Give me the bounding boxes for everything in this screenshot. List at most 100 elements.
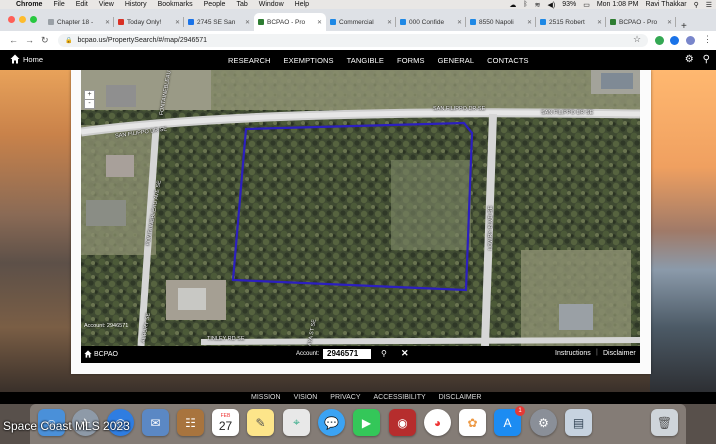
chrome-menu-icon[interactable]: ⋮ [703, 34, 712, 45]
aerial-map[interactable]: + - SAN FILIPPO DR SE SAN FILIPPO DR SE … [81, 70, 640, 346]
close-window-button[interactable] [8, 16, 15, 23]
profile-avatar-icon[interactable] [686, 36, 695, 45]
search-icon[interactable]: ⚲ [703, 54, 710, 65]
disclaimer-link[interactable]: Disclaimer [603, 350, 636, 357]
menu-tab[interactable]: Tab [236, 1, 247, 8]
menu-app-name[interactable]: Chrome [16, 1, 42, 8]
tab-title: Today Only! [127, 18, 162, 26]
mail-stamp-icon[interactable]: ✉ [142, 409, 169, 436]
calendar-icon[interactable]: FEB 27 [212, 409, 239, 436]
nav-research[interactable]: RESEARCH [228, 56, 270, 65]
tab-close-icon[interactable]: ✕ [245, 19, 250, 26]
menu-people[interactable]: People [204, 1, 226, 8]
chrome-icon[interactable]: ◕ [424, 409, 451, 436]
wifi-icon[interactable]: ≋ [535, 1, 541, 9]
app-store-badge: 1 [515, 406, 525, 416]
tab-close-icon[interactable]: ✕ [317, 19, 322, 26]
tab-title: 2515 Robert [549, 18, 585, 26]
tab-close-icon[interactable]: ✕ [175, 19, 180, 26]
menu-bookmarks[interactable]: Bookmarks [158, 1, 193, 8]
tab-close-icon[interactable]: ✕ [667, 19, 672, 26]
tab-6[interactable]: 000 Confide ✕ [396, 13, 466, 31]
tab-close-icon[interactable]: ✕ [105, 19, 110, 26]
site-nav: RESEARCH EXEMPTIONS TANGIBLE FORMS GENER… [228, 56, 542, 65]
preview-icon[interactable]: ▤ [565, 409, 592, 436]
nav-contacts[interactable]: CONTACTS [487, 56, 529, 65]
instructions-link[interactable]: Instructions [555, 350, 591, 357]
tab-3[interactable]: 2745 SE San ✕ [184, 13, 254, 31]
extension-icon[interactable] [670, 36, 679, 45]
bookmark-star-icon[interactable]: ☆ [633, 34, 641, 45]
minimize-window-button[interactable] [19, 16, 26, 23]
photos-icon[interactable]: ✿ [459, 409, 486, 436]
clock[interactable]: Mon 1:08 PM [597, 1, 639, 8]
notes-icon[interactable]: ✎ [247, 409, 274, 436]
menu-help[interactable]: Help [295, 1, 309, 8]
zoom-window-button[interactable] [30, 16, 37, 23]
tab-favicon-icon [470, 19, 476, 25]
tab-2[interactable]: Today Only! ✕ [114, 13, 184, 31]
photo-booth-icon[interactable]: ◉ [389, 409, 416, 436]
nav-general[interactable]: GENERAL [438, 56, 475, 65]
search-icon[interactable]: ⚲ [381, 349, 387, 358]
extension-drive-icon[interactable] [655, 36, 664, 45]
back-arrow-icon[interactable]: ← [9, 35, 18, 45]
maps-icon[interactable]: ⌖ [283, 409, 310, 436]
tab-5[interactable]: Commercial ✕ [326, 13, 396, 31]
spotlight-icon[interactable]: ⚲ [694, 1, 699, 9]
map-toolbar: BCPAO Account: 2946571 ⚲ ✕ Instructions … [81, 346, 640, 363]
tab-7[interactable]: 8550 Napoli ✕ [466, 13, 536, 31]
zoom-in-button[interactable]: + [85, 91, 94, 99]
bcpao-brand[interactable]: BCPAO [84, 350, 118, 358]
forward-arrow-icon[interactable]: → [25, 35, 34, 45]
tab-9[interactable]: BCPAO - Pro ✕ [606, 13, 676, 31]
notification-center-icon[interactable]: ☰ [706, 1, 712, 9]
tab-title: Chapter 18 - [57, 18, 94, 26]
lock-icon: 🔒 [65, 38, 73, 44]
settings-gear-icon[interactable]: ⚙ [685, 54, 694, 65]
account-input[interactable]: 2946571 [323, 349, 371, 359]
messages-icon[interactable]: 💬 [318, 409, 345, 436]
footer-mission[interactable]: MISSION [251, 394, 281, 401]
tab-8[interactable]: 2515 Robert ✕ [536, 13, 606, 31]
battery-icon[interactable]: ▭ [583, 1, 590, 9]
tab-4[interactable]: BCPAO - Pro ✕ [254, 13, 326, 31]
menu-edit[interactable]: Edit [76, 1, 88, 8]
contacts-icon[interactable]: ☷ [177, 409, 204, 436]
user-name[interactable]: Ravi Thakkar [645, 1, 686, 8]
menu-view[interactable]: View [99, 1, 114, 8]
tab-close-icon[interactable]: ✕ [597, 19, 602, 26]
footer-privacy[interactable]: PRIVACY [330, 394, 360, 401]
address-bar[interactable]: 🔒 bcpao.us/PropertySearch/#/map/2946571 [58, 34, 648, 47]
cloud-icon[interactable]: ☁ [509, 1, 516, 9]
clear-icon[interactable]: ✕ [401, 348, 409, 359]
system-preferences-icon[interactable]: ⚙ [530, 409, 557, 436]
browser-tab-strip: Chapter 18 - ✕ Today Only! ✕ 2745 SE San ✕ BCP… [0, 9, 716, 32]
facetime-icon[interactable]: ▶ [353, 409, 380, 436]
nav-tangible[interactable]: TANGIBLE [347, 56, 384, 65]
bluetooth-icon[interactable]: ᛒ [523, 1, 527, 8]
tab-divider [675, 17, 676, 27]
zoom-out-button[interactable]: - [85, 99, 94, 108]
tab-1[interactable]: Chapter 18 - ✕ [44, 13, 114, 31]
home-link[interactable]: Home [10, 54, 43, 64]
home-label: Home [23, 54, 44, 64]
menu-file[interactable]: File [53, 1, 64, 8]
tab-close-icon[interactable]: ✕ [387, 19, 392, 26]
footer-vision[interactable]: VISION [294, 394, 318, 401]
tab-favicon-icon [400, 19, 406, 25]
trash-icon[interactable]: 🗑 [651, 409, 678, 436]
nav-forms[interactable]: FORMS [397, 56, 425, 65]
reload-icon[interactable]: ↻ [41, 35, 49, 46]
url-text: bcpao.us/PropertySearch/#/map/2946571 [77, 37, 208, 44]
menu-window[interactable]: Window [259, 1, 284, 8]
tab-close-icon[interactable]: ✕ [457, 19, 462, 26]
tab-close-icon[interactable]: ✕ [527, 19, 532, 26]
footer-disclaimer[interactable]: DISCLAIMER [439, 394, 482, 401]
battery-percent[interactable]: 93% [562, 1, 576, 8]
volume-icon[interactable]: ◀) [547, 1, 555, 9]
nav-exemptions[interactable]: EXEMPTIONS [283, 56, 333, 65]
footer-accessibility[interactable]: ACCESSIBILITY [374, 394, 426, 401]
menu-history[interactable]: History [125, 1, 147, 8]
map-account-overlay: Account: 2946571 [84, 323, 129, 329]
